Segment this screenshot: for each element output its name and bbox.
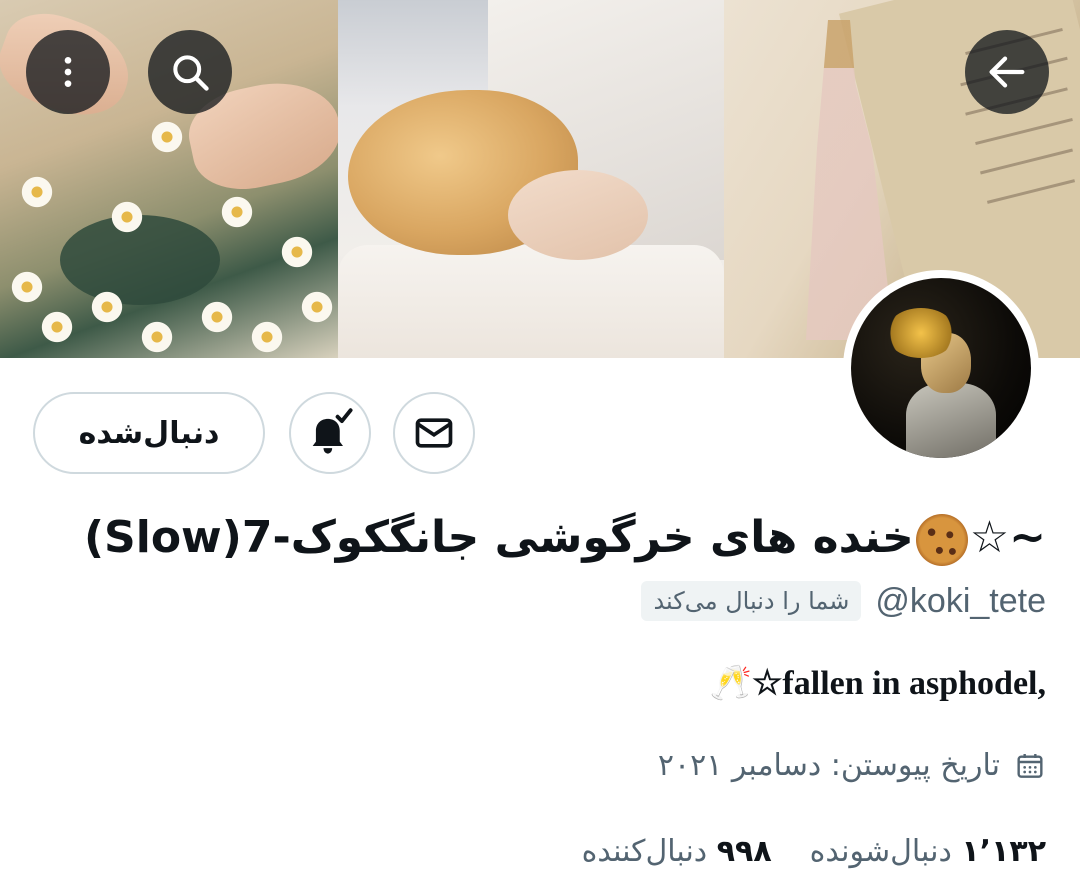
avatar-image bbox=[851, 278, 1031, 458]
joined-date: تاریخ پیوستن: دسامبر ۲۰۲۱ bbox=[658, 748, 1046, 783]
following-button[interactable]: دنبال‌شده bbox=[33, 392, 265, 474]
avatar[interactable] bbox=[843, 270, 1039, 466]
display-name-prefix: ~☆ bbox=[969, 512, 1046, 563]
calendar-icon bbox=[1017, 753, 1043, 778]
following-button-label: دنبال‌شده bbox=[78, 415, 220, 451]
display-name-text: خنده های خرگوشی جانگکوک-7(Slow) bbox=[83, 512, 914, 563]
joined-text: تاریخ پیوستن: دسامبر ۲۰۲۱ bbox=[657, 748, 1000, 783]
cookie-icon bbox=[915, 514, 968, 566]
notifications-button[interactable] bbox=[289, 392, 371, 474]
handle-row: @koki_tete شما را دنبال می‌کند bbox=[641, 578, 1046, 624]
banner-image-sleeping bbox=[338, 0, 724, 358]
followers-label: دنبال‌کننده bbox=[581, 834, 708, 869]
bell-check-icon bbox=[312, 408, 353, 454]
user-handle: @koki_tete bbox=[875, 581, 1046, 620]
display-name: ~☆ خنده های خرگوشی جانگکوک-7(Slow) bbox=[26, 508, 1046, 568]
following-stat[interactable]: ۱٬۱۳۲ دنبال‌شونده bbox=[810, 834, 1046, 869]
bio: 🥂☆fallen in asphodel, bbox=[710, 663, 1046, 703]
more-vertical-icon bbox=[64, 57, 72, 87]
follow-stats: ۱٬۱۳۲ دنبال‌شونده ۹۹۸ دنبال‌کننده bbox=[582, 834, 1046, 869]
back-button[interactable] bbox=[965, 30, 1049, 114]
follows-you-badge: شما را دنبال می‌کند bbox=[641, 581, 862, 621]
more-options-button[interactable] bbox=[26, 30, 110, 114]
followers-count: ۹۹۸ bbox=[716, 834, 772, 869]
bio-text: ☆fallen in asphodel, bbox=[751, 665, 1046, 702]
mail-icon bbox=[415, 418, 453, 448]
following-label: دنبال‌شونده bbox=[809, 834, 952, 869]
search-button[interactable] bbox=[148, 30, 232, 114]
search-icon bbox=[173, 55, 209, 91]
message-button[interactable] bbox=[393, 392, 475, 474]
champagne-icon: 🥂 bbox=[709, 663, 752, 703]
followers-stat[interactable]: ۹۹۸ دنبال‌کننده bbox=[582, 834, 772, 869]
following-count: ۱٬۱۳۲ bbox=[961, 834, 1046, 869]
arrow-left-icon bbox=[989, 56, 1025, 88]
